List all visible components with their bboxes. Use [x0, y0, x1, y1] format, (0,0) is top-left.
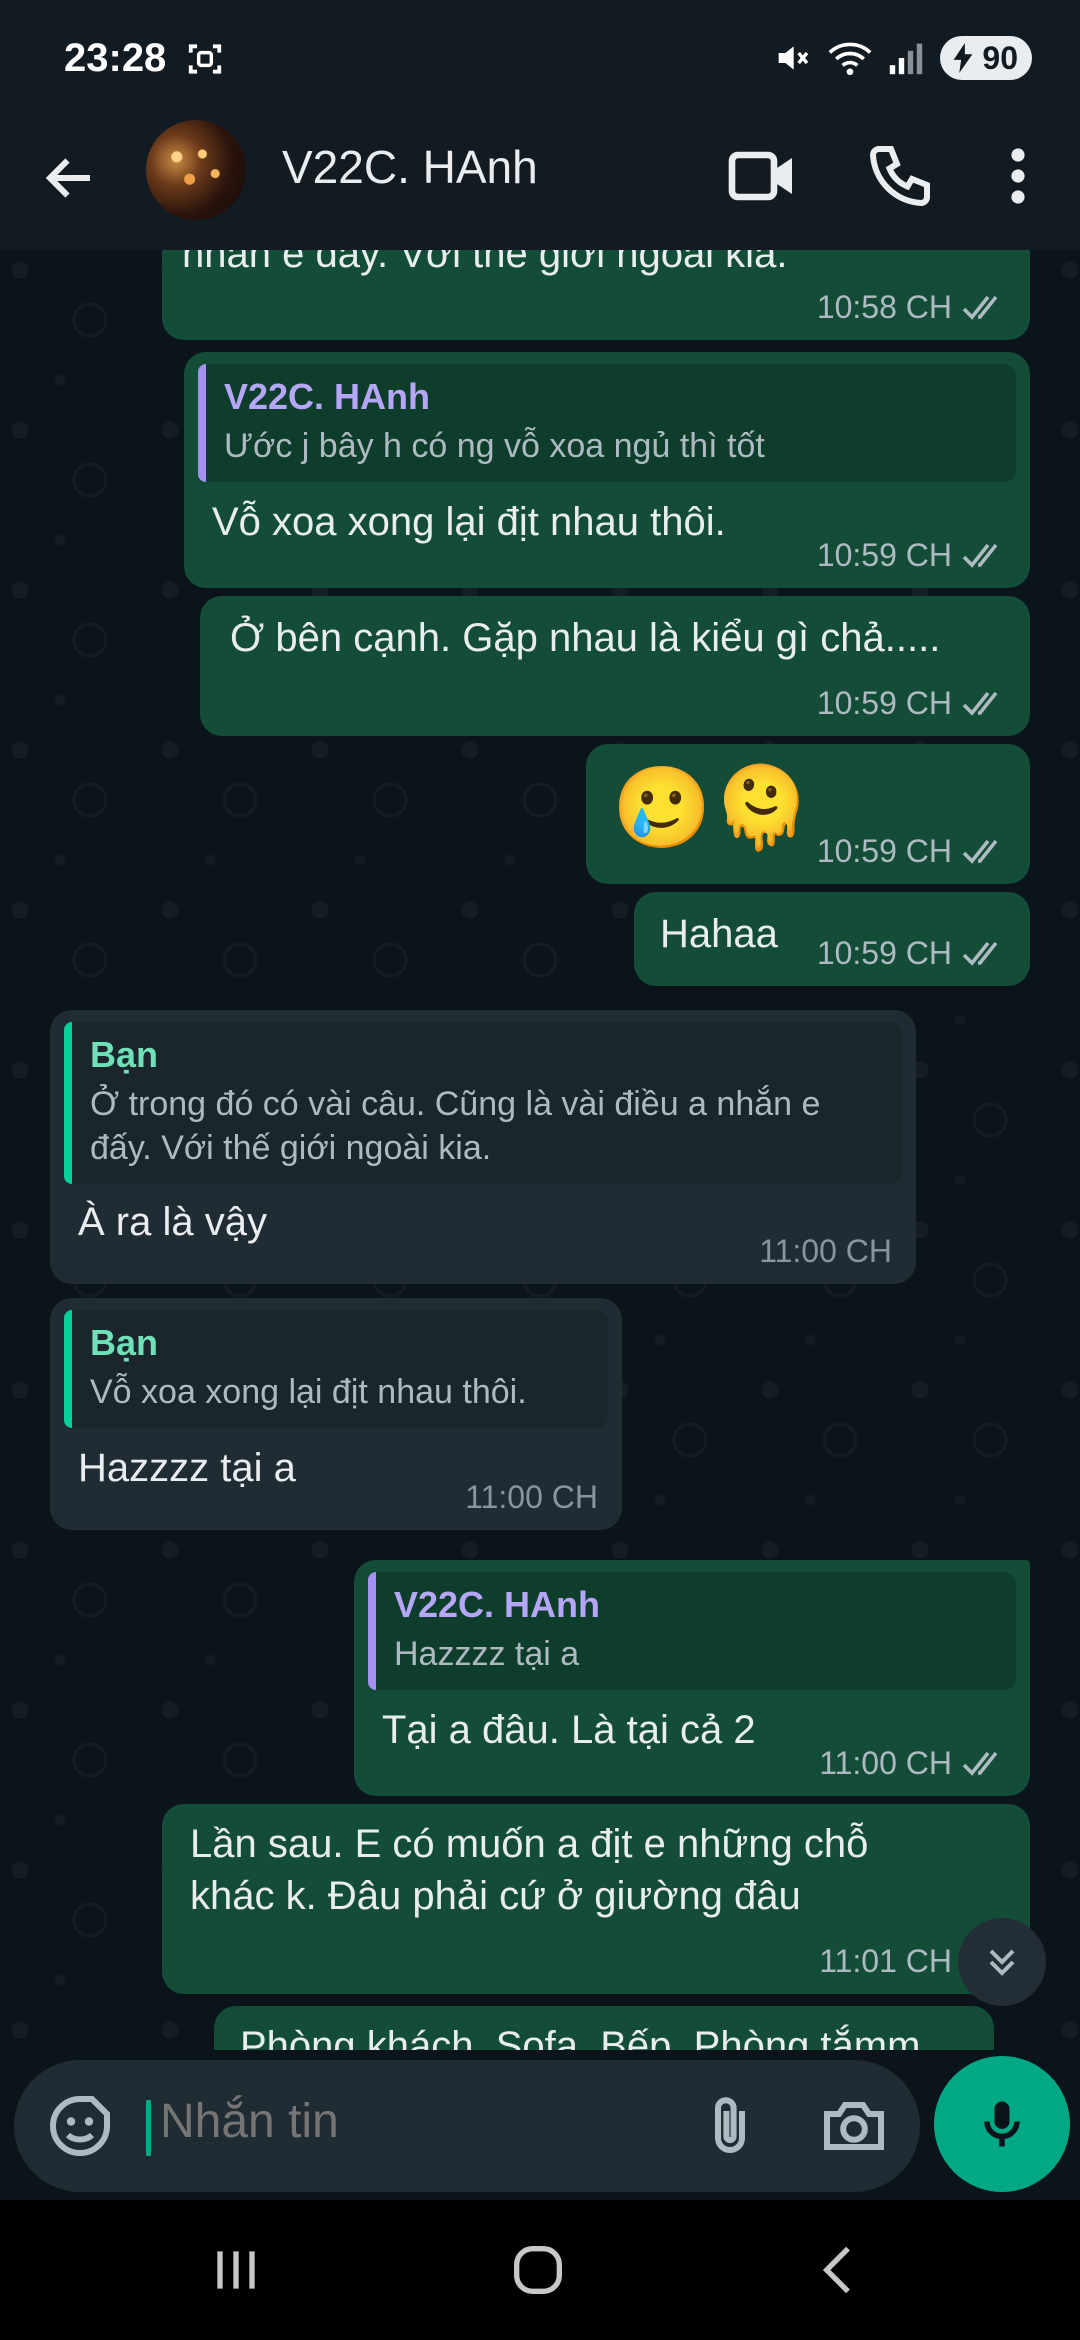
- outgoing-message[interactable]: Phòng khách. Sofa. Bếp. Phòng tắmm: [214, 2006, 994, 2050]
- message-time: 11:00 CH: [819, 1745, 952, 1781]
- wifi-icon: [828, 42, 872, 76]
- message-text: nhắn e đấy. Với thế giới ngoài kia.: [182, 250, 788, 276]
- voice-record-button[interactable]: [934, 2056, 1070, 2192]
- screen-record-icon: [188, 44, 222, 74]
- message-time: 10:59 CH: [816, 537, 952, 573]
- back-nav-icon[interactable]: [808, 2238, 872, 2302]
- battery-indicator: 90: [940, 36, 1032, 80]
- message-time: 10:59 CH: [816, 833, 952, 869]
- read-receipt-icon: [962, 295, 998, 320]
- quoted-reply[interactable]: V22C. HAnh Ước j bây h có ng vỗ xoa ngủ …: [198, 364, 1016, 482]
- quoted-author: Bạn: [90, 1034, 159, 1075]
- message-meta: 11:00 CH: [819, 1745, 1006, 1782]
- microphone-icon: [984, 2101, 1020, 2147]
- battery-charging-icon: [954, 43, 973, 73]
- quoted-author: V22C. HAnh: [224, 376, 431, 417]
- message-text: Lần sau. E có muốn a địt e những chỗ khá…: [190, 1822, 869, 1918]
- scroll-to-bottom-button[interactable]: [958, 1918, 1046, 2006]
- message-input-container[interactable]: [14, 2060, 920, 2192]
- battery-level: 90: [982, 39, 1018, 76]
- video-call-icon[interactable]: [726, 140, 798, 212]
- incoming-message[interactable]: Bạn Ở trong đó có vài câu. Cũng là vài đ…: [50, 1010, 916, 1284]
- signal-icon: [890, 43, 923, 75]
- incoming-message[interactable]: Bạn Vỗ xoa xong lại địt nhau thôi. Hazzz…: [50, 1298, 622, 1530]
- outgoing-message[interactable]: Lần sau. E có muốn a địt e những chỗ khá…: [162, 1804, 1030, 1994]
- read-receipt-icon: [962, 839, 998, 864]
- system-navigation-bar: [0, 2200, 1080, 2340]
- read-receipt-icon: [962, 1751, 998, 1776]
- outgoing-message[interactable]: V22C. HAnh Hazzzz tại a Tại a đâu. Là tạ…: [354, 1560, 1030, 1796]
- message-text: Ở bên cạnh. Gặp nhau là kiểu gì chả.....: [230, 616, 941, 660]
- quoted-text: Hazzzz tại a: [394, 1635, 580, 1673]
- outgoing-message[interactable]: 🥲🫠 10:59 CH: [586, 744, 1030, 884]
- camera-icon[interactable]: [818, 2090, 890, 2162]
- phone-call-icon[interactable]: [864, 140, 936, 212]
- message-time: 11:00 CH: [465, 1479, 598, 1515]
- attach-paperclip-icon[interactable]: [694, 2090, 766, 2162]
- contact-name[interactable]: V22C. HAnh: [282, 140, 538, 194]
- quoted-reply[interactable]: Bạn Vỗ xoa xong lại địt nhau thôi.: [64, 1310, 608, 1428]
- mute-icon: [779, 46, 809, 70]
- quoted-text: Ước j bây h có ng vỗ xoa ngủ thì tốt: [224, 427, 765, 465]
- status-time: 23:28: [64, 36, 167, 80]
- message-time: 10:59 CH: [816, 935, 952, 971]
- quoted-reply[interactable]: Bạn Ở trong đó có vài câu. Cũng là vài đ…: [64, 1022, 902, 1184]
- quoted-text: Vỗ xoa xong lại địt nhau thôi.: [90, 1373, 527, 1411]
- message-text: Phòng khách. Sofa. Bếp. Phòng tắmm: [240, 2024, 921, 2050]
- message-meta: 10:59 CH: [817, 685, 1006, 722]
- message-meta: 10:58 CH: [817, 289, 1006, 326]
- message-input[interactable]: [160, 2094, 660, 2149]
- message-meta: 11:00 CH: [465, 1479, 598, 1516]
- outgoing-message[interactable]: V22C. HAnh Ước j bây h có ng vỗ xoa ngủ …: [184, 352, 1030, 588]
- back-arrow-icon[interactable]: [40, 148, 100, 208]
- message-time: 11:00 CH: [759, 1233, 892, 1269]
- message-list[interactable]: nhắn e đấy. Với thế giới ngoài kia. 10:5…: [0, 250, 1080, 2050]
- compose-bar: [0, 2050, 1080, 2200]
- double-chevron-down-icon: [989, 1949, 1015, 1976]
- outgoing-message[interactable]: Hahaa 10:59 CH: [634, 892, 1030, 986]
- sticker-emoji-icon[interactable]: [44, 2090, 116, 2162]
- message-meta: 10:59 CH: [817, 833, 1006, 870]
- outgoing-message[interactable]: nhắn e đấy. Với thế giới ngoài kia. 10:5…: [162, 250, 1030, 340]
- avatar[interactable]: [146, 120, 246, 220]
- home-icon[interactable]: [506, 2238, 570, 2302]
- chat-header: V22C. HAnh: [0, 120, 1080, 250]
- read-receipt-icon: [962, 941, 998, 966]
- message-meta: 10:59 CH: [817, 935, 1006, 972]
- message-meta: 11:00 CH: [759, 1233, 892, 1270]
- quoted-text: Ở trong đó có vài câu. Cũng là vài điều …: [90, 1085, 821, 1167]
- outgoing-message[interactable]: Ở bên cạnh. Gặp nhau là kiểu gì chả.....…: [200, 596, 1030, 736]
- message-meta: 10:59 CH: [817, 537, 1006, 574]
- quoted-author: V22C. HAnh: [394, 1584, 601, 1625]
- read-receipt-icon: [962, 543, 998, 568]
- message-time: 11:01 CH: [819, 1943, 952, 1979]
- more-options-icon[interactable]: [982, 140, 1054, 212]
- message-time: 10:59 CH: [816, 685, 952, 721]
- quoted-reply[interactable]: V22C. HAnh Hazzzz tại a: [368, 1572, 1016, 1690]
- quoted-author: Bạn: [90, 1322, 159, 1363]
- recent-apps-icon[interactable]: [204, 2238, 268, 2302]
- text-cursor: [146, 2100, 151, 2156]
- read-receipt-icon: [962, 691, 998, 716]
- status-bar: 23:28 90: [0, 0, 1080, 120]
- message-time: 10:58 CH: [816, 289, 952, 325]
